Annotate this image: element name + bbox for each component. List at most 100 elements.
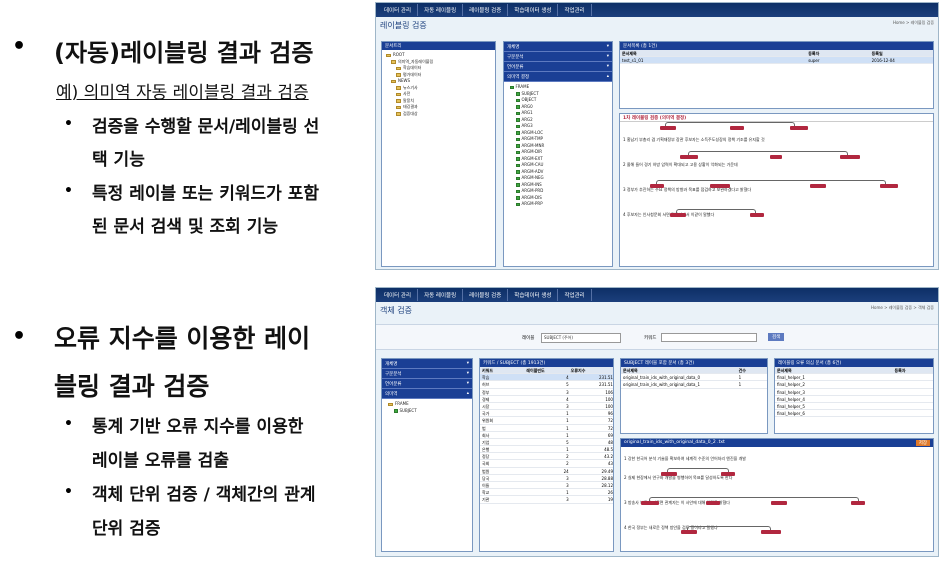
checkbox-icon: [516, 111, 520, 115]
checkbox-icon: [516, 137, 520, 141]
table-row[interactable]: original_train_ids_with_original_data_1 …: [621, 381, 767, 389]
keyword-input[interactable]: [661, 333, 757, 342]
label-tag[interactable]: [750, 213, 764, 217]
tree-item[interactable]: ARGM-PRP: [510, 201, 610, 208]
nav-item[interactable]: 자동 레이블링: [418, 289, 464, 301]
label-tag[interactable]: [851, 501, 865, 505]
label-tag[interactable]: [771, 501, 787, 505]
nav-item[interactable]: 작업관리: [558, 4, 592, 16]
table-row[interactable]: final_helper_2: [775, 381, 933, 389]
label-tag[interactable]: [840, 155, 860, 159]
label-tag[interactable]: [706, 501, 720, 505]
menu-item[interactable]: 의미역 결정 ▴: [504, 72, 612, 82]
label-tag[interactable]: [880, 184, 898, 188]
table-row[interactable]: final_helper_6: [775, 410, 933, 418]
table-row[interactable]: 국회 2 43: [480, 460, 613, 468]
nav-item[interactable]: 레이블링 검증: [463, 4, 509, 16]
table-cell: 이들: [482, 483, 490, 488]
menu-item[interactable]: 언어분류 ▾: [504, 62, 612, 72]
table-row[interactable]: final_helper_1: [775, 374, 933, 382]
relation-arc: [649, 497, 859, 501]
table-row[interactable]: 정부 3 106: [480, 389, 613, 396]
checkbox-icon: [516, 105, 520, 109]
table-cell: 100: [605, 396, 613, 402]
table-cell: original_train_ids_with_original_data_0: [623, 375, 700, 381]
tree-item[interactable]: SUBJECT: [388, 408, 470, 415]
table-row[interactable]: 경제 4 100: [480, 396, 613, 403]
label-tag[interactable]: [681, 530, 697, 534]
page-title: 레이블링 검증: [380, 21, 427, 30]
tree-item[interactable]: 검증대상: [386, 111, 493, 118]
table-row[interactable]: 위원회 1 72: [480, 417, 613, 425]
label-tag[interactable]: [721, 472, 735, 476]
bullet-marker: •: [12, 324, 27, 349]
label-tag[interactable]: [680, 155, 698, 159]
label-tag[interactable]: [770, 155, 782, 159]
labeling-verification-screenshot: 데이터 관리 자동 레이블링 레이블링 검증 학습데이터 생성 작업관리 레이블…: [375, 2, 939, 270]
label-select[interactable]: SUBJECT (주어): [541, 333, 621, 343]
menu-item[interactable]: 언어분류 ▾: [382, 379, 472, 389]
label-tag[interactable]: [650, 184, 664, 188]
nav-item[interactable]: 학습데이터 생성: [508, 289, 559, 301]
menu-item[interactable]: 개체명 ▾: [382, 359, 472, 369]
table-row[interactable]: 회사 1 69: [480, 432, 613, 439]
table-row[interactable]: 정당 2 43.2: [480, 453, 613, 461]
label-tag[interactable]: [660, 126, 676, 130]
menu-item[interactable]: 구문분석 ▾: [382, 369, 472, 379]
table-row[interactable]: 국가 1 96: [480, 410, 613, 418]
table-row[interactable]: 법 1 72: [480, 425, 613, 432]
table-row[interactable]: test_s1_01 super 2016-12-04: [620, 57, 933, 65]
nav-item[interactable]: 자동 레이블링: [418, 4, 464, 16]
checkbox-icon: [516, 150, 520, 154]
label-tag[interactable]: [641, 501, 659, 505]
table-row[interactable]: 이들 3 28.12: [480, 482, 613, 490]
nav-item[interactable]: 데이터 관리: [378, 4, 419, 16]
table-row[interactable]: 시장 3 100: [480, 403, 613, 411]
menu-item[interactable]: 개체명 ▾: [504, 42, 612, 52]
checkbox-icon: [516, 183, 520, 187]
table-row[interactable]: 기관 3 19: [480, 496, 613, 504]
panel-header: original_train_ids_with_original_data_0_…: [621, 439, 933, 447]
table-row[interactable]: final_helper_3: [775, 389, 933, 396]
label-tag[interactable]: [790, 126, 808, 130]
folder-icon: [388, 402, 393, 406]
table-row[interactable]: 기업 5 48: [480, 439, 613, 447]
table-cell: 231.51: [598, 375, 613, 381]
viewer-title: 1차 레이블링 검증 (의미역 결정): [620, 114, 933, 122]
table-row[interactable]: 은행 1 48.5: [480, 446, 613, 454]
table-row[interactable]: final_helper_5: [775, 403, 933, 411]
menu-item[interactable]: 구문분석 ▾: [504, 52, 612, 62]
table-row[interactable]: 학교 1 26: [480, 489, 613, 497]
table-cell: 48: [607, 439, 613, 445]
search-button[interactable]: 검색: [768, 333, 785, 341]
section-title-auto-labeling: (자동)레이블링 결과 검증: [54, 39, 314, 67]
table-header: 문서제목 등록자 등록일: [620, 50, 933, 58]
table-header: 문서제목 등록자: [775, 367, 933, 375]
table-cell: final_helper_2: [777, 382, 805, 388]
checkbox-icon: [516, 176, 520, 180]
nav-item[interactable]: 데이터 관리: [378, 289, 419, 301]
label-tag[interactable]: [810, 184, 826, 188]
label-tree: FRAME SUBJECT: [382, 399, 472, 414]
table-row[interactable]: 당국 3 28.88: [480, 475, 613, 482]
annotation-viewer-panel: original_train_ids_with_original_data_0_…: [620, 438, 934, 552]
save-button[interactable]: 저장: [915, 440, 930, 446]
nav-item[interactable]: 작업관리: [558, 289, 592, 301]
menu-item[interactable]: 의미역 ▴: [382, 389, 472, 399]
table-row[interactable]: 학습 4 231.51: [480, 374, 613, 382]
table-row[interactable]: final_helper_4: [775, 396, 933, 403]
sub-bullet-text: 택 기능: [92, 150, 145, 170]
table-row[interactable]: 허브 5 231.51: [480, 381, 613, 389]
label-tag[interactable]: [710, 184, 730, 188]
label-tag[interactable]: [730, 126, 744, 130]
label-tag[interactable]: [670, 213, 686, 217]
table-row[interactable]: 법원 24 29.49: [480, 468, 613, 475]
top-nav: 데이터 관리 자동 레이블링 레이블링 검증 학습데이터 생성 작업관리: [376, 3, 938, 17]
nav-item[interactable]: 학습데이터 생성: [508, 4, 559, 16]
table-cell: 경제: [482, 396, 490, 402]
nav-item[interactable]: 레이블링 검증: [463, 289, 509, 301]
label-tag[interactable]: [661, 472, 677, 476]
table-cell: 은행: [482, 447, 490, 453]
label-tag[interactable]: [761, 530, 781, 534]
table-row[interactable]: original_train_ids_with_original_data_0 …: [621, 374, 767, 382]
